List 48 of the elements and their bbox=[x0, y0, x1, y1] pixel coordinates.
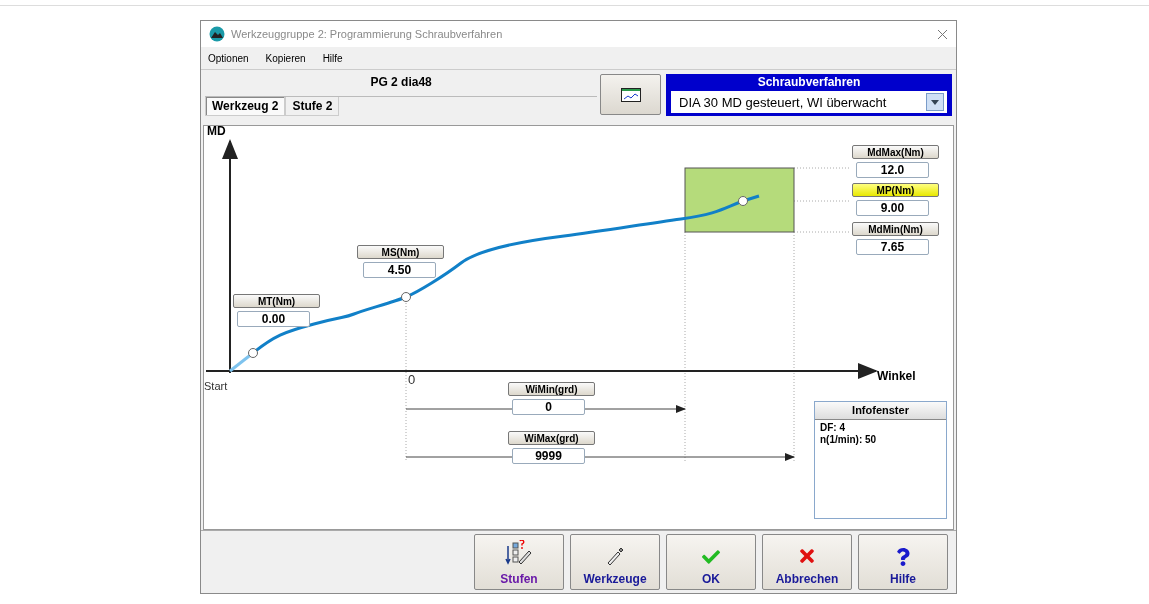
y-axis-label: MD bbox=[207, 124, 226, 138]
close-icon[interactable] bbox=[937, 28, 948, 40]
parameter-field[interactable]: 0 bbox=[512, 399, 585, 415]
caret-icon bbox=[926, 93, 944, 111]
tab[interactable]: Werkzeug 2 bbox=[205, 97, 286, 116]
close-icon bbox=[797, 546, 817, 566]
method-dropdown[interactable]: DIA 30 MD gesteuert, WI überwacht bbox=[671, 91, 947, 113]
curve-point[interactable] bbox=[248, 348, 258, 358]
parameter-button[interactable]: MS(Nm) bbox=[357, 245, 444, 259]
help-icon bbox=[894, 548, 912, 566]
parameter-field[interactable]: 9.00 bbox=[856, 200, 929, 216]
method-title: Schraubverfahren bbox=[757, 75, 861, 89]
menu-item[interactable]: Kopieren bbox=[265, 52, 306, 64]
parameter-button[interactable]: MdMax(Nm) bbox=[852, 145, 939, 159]
tab[interactable]: Stufe 2 bbox=[285, 97, 340, 116]
footer-button[interactable]: Stufen bbox=[474, 534, 564, 590]
menu-item[interactable]: Hilfe bbox=[322, 52, 343, 64]
steps-icon bbox=[505, 540, 533, 566]
info-line: DF: 4 bbox=[819, 422, 846, 434]
footer-button[interactable]: Abbrechen bbox=[762, 534, 852, 590]
footer-button[interactable]: OK bbox=[666, 534, 756, 590]
info-title: Infofenster bbox=[815, 402, 946, 420]
parameter-field[interactable]: 0.00 bbox=[237, 311, 310, 327]
tool-icon bbox=[605, 546, 625, 566]
x-axis-label: Winkel bbox=[877, 369, 916, 383]
curve-point[interactable] bbox=[738, 196, 748, 206]
curve-point[interactable] bbox=[401, 292, 411, 302]
parameter-button[interactable]: WiMax(grd) bbox=[508, 431, 595, 445]
parameter-field[interactable]: 12.0 bbox=[856, 162, 929, 178]
check-icon bbox=[702, 548, 720, 566]
program-name: PG 2 dia48 bbox=[369, 74, 433, 91]
menu-item[interactable]: Optionen bbox=[208, 52, 249, 64]
parameter-button[interactable]: MP(Nm) bbox=[852, 183, 939, 197]
start-label: Start bbox=[204, 380, 228, 392]
window-title: Werkzeuggruppe 2: Programmierung Schraubverfahren bbox=[231, 28, 504, 40]
footer-button[interactable]: Hilfe bbox=[858, 534, 948, 590]
chart-button[interactable] bbox=[600, 74, 661, 115]
app-icon bbox=[209, 26, 225, 42]
parameter-field[interactable]: 4.50 bbox=[363, 262, 436, 278]
parameter-button[interactable]: MT(Nm) bbox=[233, 294, 320, 308]
chart-icon bbox=[620, 87, 641, 102]
info-line: n(1/min): 50 bbox=[819, 434, 878, 446]
parameter-button[interactable]: WiMin(grd) bbox=[508, 382, 595, 396]
parameter-field[interactable]: 7.65 bbox=[856, 239, 929, 255]
zero-label: 0 bbox=[408, 372, 416, 387]
parameter-button[interactable]: MdMin(Nm) bbox=[852, 222, 939, 236]
footer-button[interactable]: Werkzeuge bbox=[570, 534, 660, 590]
parameter-field[interactable]: 9999 bbox=[512, 448, 585, 464]
